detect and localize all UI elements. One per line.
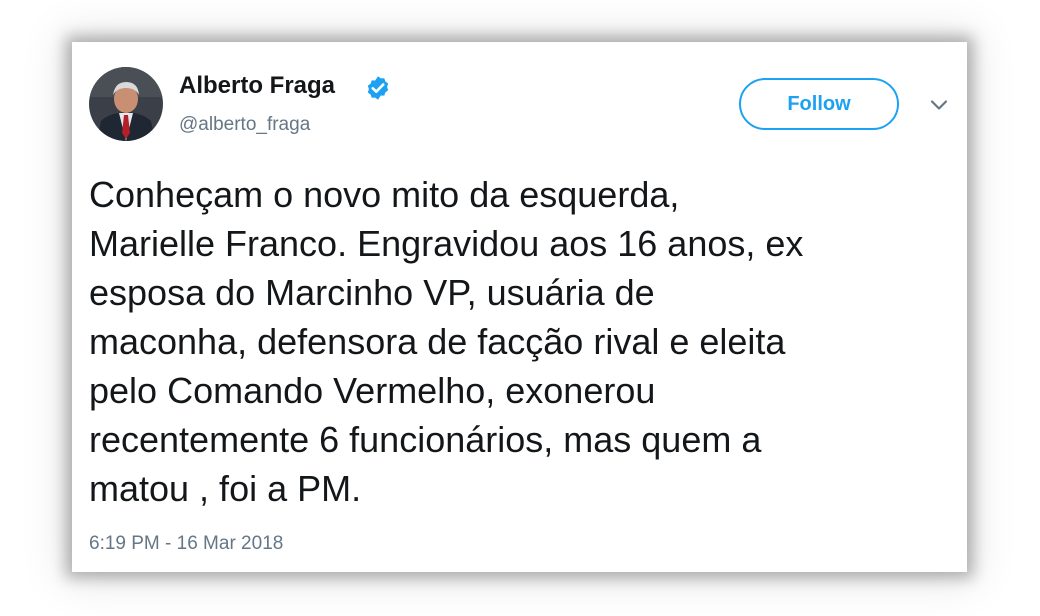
author-name[interactable]: Alberto Fraga: [179, 72, 335, 100]
verified-badge-icon: [367, 76, 389, 100]
follow-button[interactable]: Follow: [739, 78, 899, 130]
tweet-text-line: Conheçam o novo mito da esquerda,: [89, 174, 680, 215]
chevron-down-icon[interactable]: [928, 94, 950, 116]
tweet-card: Alberto Fraga @alberto_fraga Follow Conh…: [72, 42, 967, 572]
tweet-timestamp[interactable]: 6:19 PM - 16 Mar 2018: [89, 533, 283, 555]
tweet-text-line: recentemente 6 funcionários, mas quem a: [89, 419, 762, 460]
tweet-text-line: maconha, defensora de facção rival e ele…: [89, 321, 786, 362]
avatar[interactable]: [89, 67, 163, 141]
tweet-text-line: esposa do Marcinho VP, usuária de: [89, 272, 655, 313]
tweet-text-line: Marielle Franco. Engravidou aos 16 anos,…: [89, 223, 804, 264]
author-handle[interactable]: @alberto_fraga: [179, 114, 310, 136]
tweet-text: Conheçam o novo mito da esquerda, Mariel…: [89, 170, 949, 513]
profile-photo: [89, 67, 163, 141]
tweet-text-line: matou , foi a PM.: [89, 468, 362, 509]
tweet-text-line: pelo Comando Vermelho, exonerou: [89, 370, 656, 411]
